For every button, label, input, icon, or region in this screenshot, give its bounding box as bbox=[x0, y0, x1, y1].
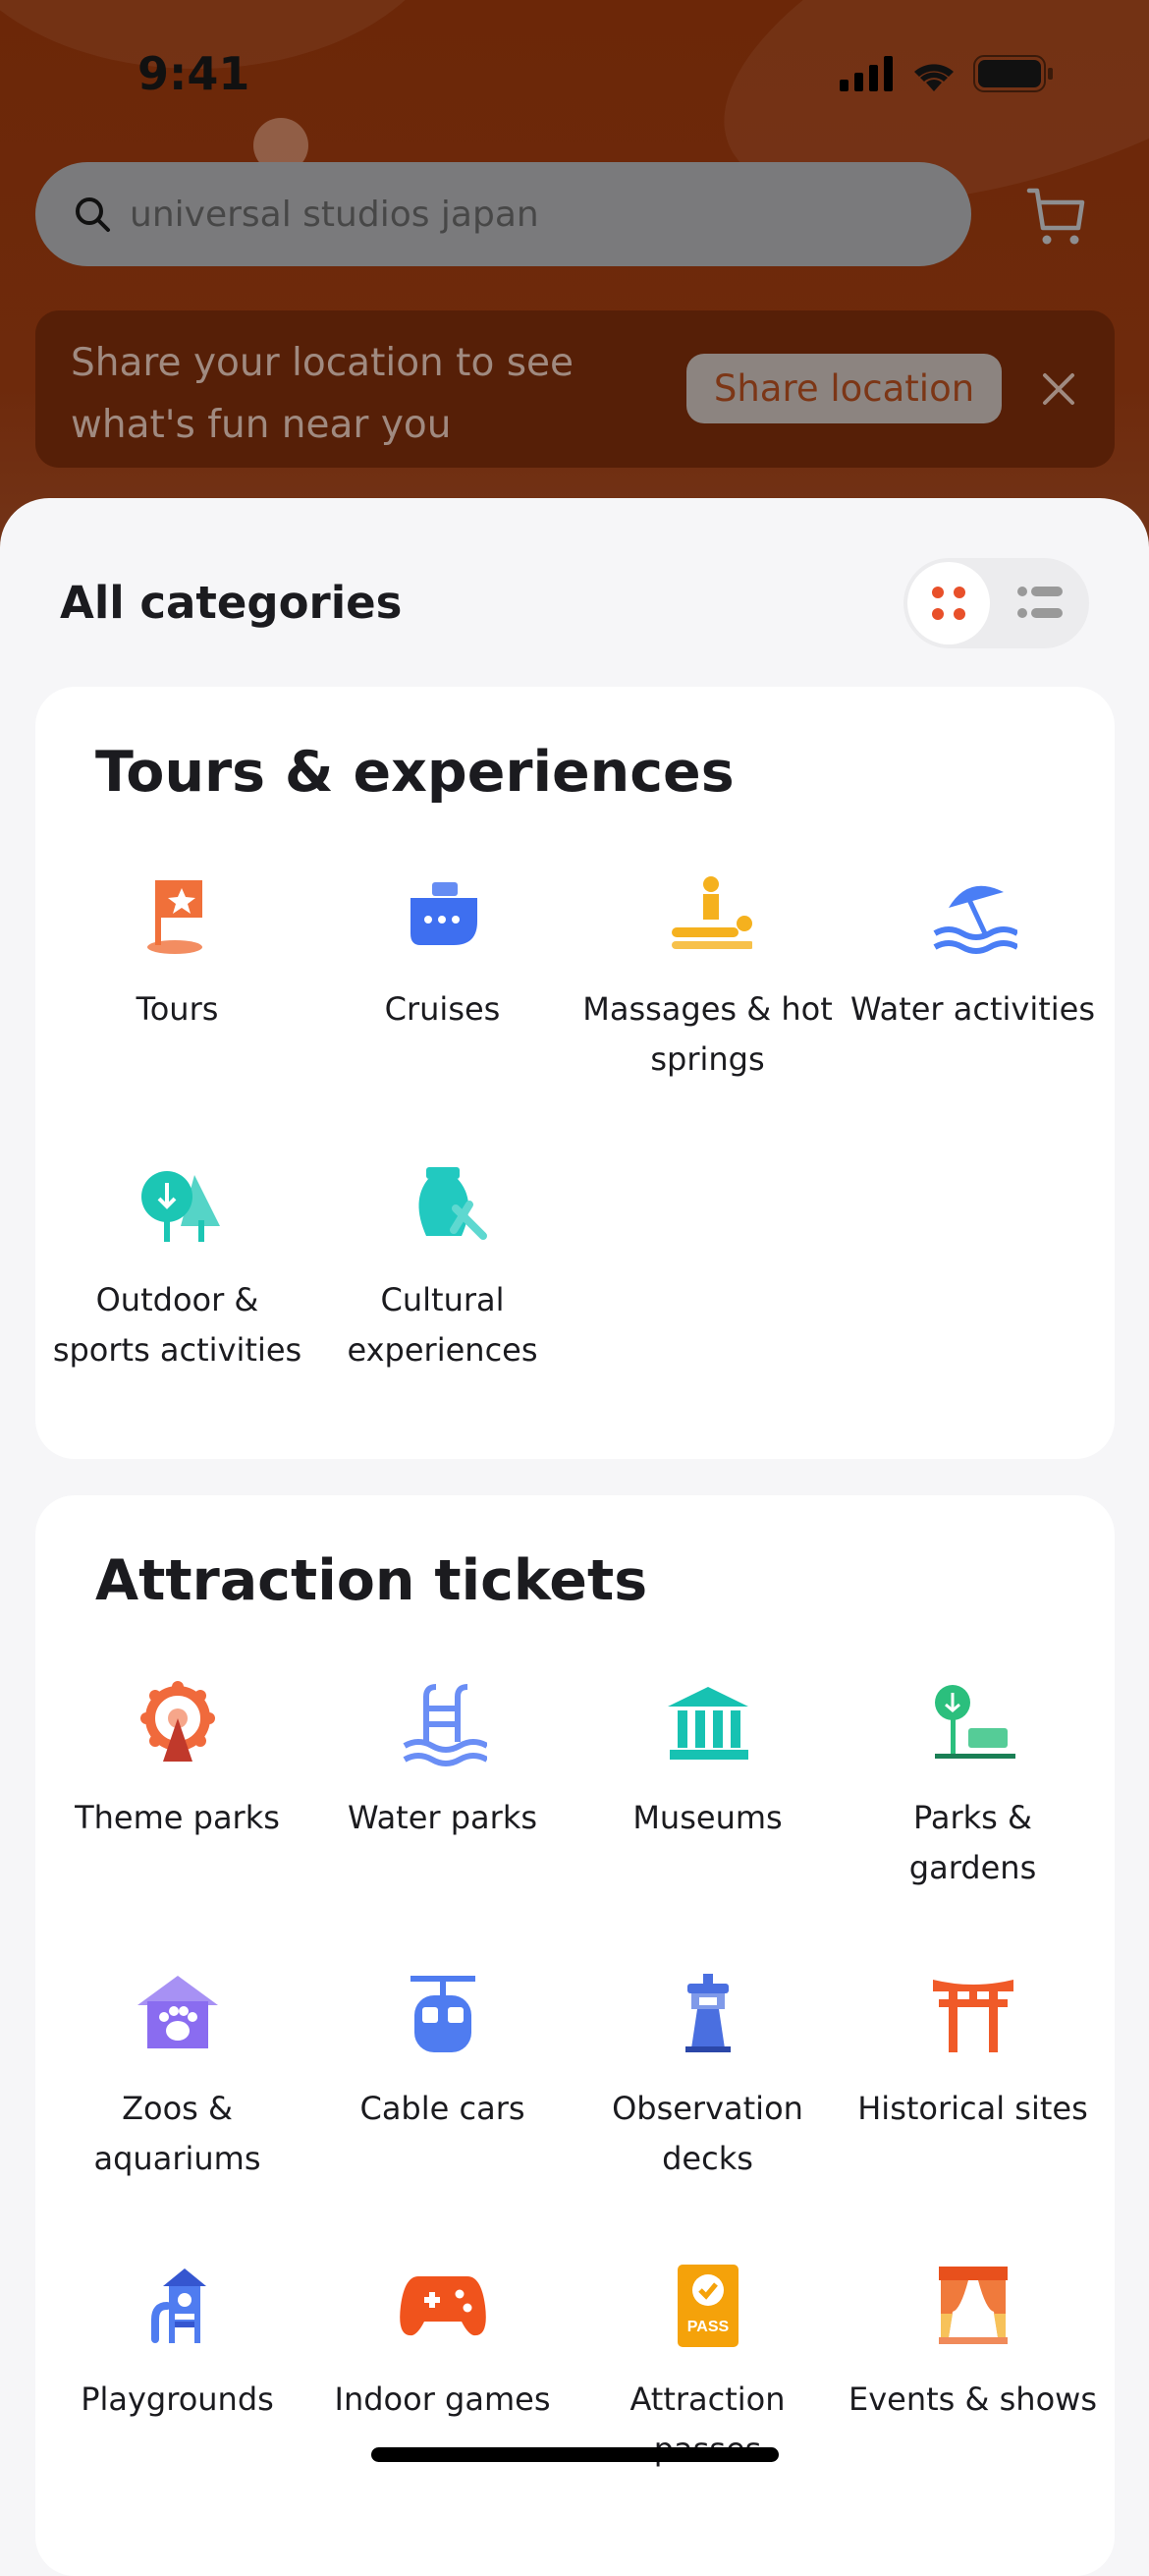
category-label: Observation decks bbox=[612, 2090, 803, 2177]
list-view-icon[interactable] bbox=[1017, 586, 1065, 621]
category-item-playgrounds[interactable]: Playgrounds bbox=[45, 2261, 310, 2475]
category-item-massages-hot-springs[interactable]: Massages & hot springs bbox=[575, 870, 841, 1085]
category-label: Parks & gardens bbox=[908, 1799, 1037, 1886]
museum-icon bbox=[667, 1687, 748, 1760]
category-label: Tours bbox=[136, 990, 219, 1028]
category-item-parks-gardens[interactable]: Parks & gardens bbox=[841, 1679, 1106, 1893]
pass-icon: PASS bbox=[677, 2265, 739, 2347]
category-item-cultural-experiences[interactable]: Cultural experiences bbox=[310, 1161, 575, 1375]
home-indicator bbox=[371, 2447, 779, 2462]
section-tours-experiences: Tours & experiences Tours Cruises Massages… bbox=[35, 687, 1115, 1459]
flag-icon bbox=[146, 880, 202, 954]
park-bench-icon bbox=[934, 1685, 1015, 1759]
battery-icon bbox=[973, 55, 1053, 92]
status-icons bbox=[840, 55, 1054, 92]
category-label: Water activities bbox=[849, 990, 1096, 1028]
category-label: Water parks bbox=[347, 1799, 538, 1836]
category-item-water-activities[interactable]: Water activities bbox=[841, 870, 1106, 1085]
tower-icon bbox=[684, 1974, 731, 2052]
category-label: Cultural experiences bbox=[347, 1281, 538, 1369]
cart-icon[interactable] bbox=[1023, 185, 1088, 250]
category-label: Museums bbox=[632, 1799, 783, 1836]
category-item-museums[interactable]: Museums bbox=[575, 1679, 841, 1893]
category-label: Outdoor & sports activities bbox=[52, 1281, 302, 1369]
category-item-indoor-games[interactable]: Indoor games bbox=[310, 2261, 575, 2475]
category-item-observation-decks[interactable]: Observation decks bbox=[575, 1970, 841, 2184]
playground-icon bbox=[150, 2268, 206, 2343]
header: 9:41 universal studios japan Share your … bbox=[0, 0, 1149, 550]
section-title: Tours & experiences bbox=[95, 740, 735, 805]
category-label: Theme parks bbox=[75, 1799, 280, 1836]
category-label: Massages & hot springs bbox=[582, 990, 833, 1078]
view-toggle[interactable] bbox=[903, 558, 1089, 648]
section-attraction-tickets: Attraction tickets Theme parks Water park… bbox=[35, 1495, 1115, 2576]
close-icon[interactable] bbox=[1039, 369, 1078, 409]
category-item-historical-sites[interactable]: Historical sites bbox=[841, 1970, 1106, 2184]
cable-car-icon bbox=[410, 1976, 475, 2052]
category-item-water-parks[interactable]: Water parks bbox=[310, 1679, 575, 1893]
paw-house-icon bbox=[137, 1976, 218, 2048]
beach-umbrella-icon bbox=[933, 885, 1017, 954]
category-label: Cable cars bbox=[359, 2090, 525, 2127]
pottery-tools-icon bbox=[417, 1167, 487, 1240]
category-label: Indoor games bbox=[334, 2380, 551, 2418]
wifi-icon bbox=[914, 64, 954, 91]
massage-icon bbox=[671, 876, 752, 949]
section-title: Attraction tickets bbox=[95, 1548, 648, 1613]
category-item-theme-parks[interactable]: Theme parks bbox=[45, 1679, 310, 1893]
category-label: Cruises bbox=[384, 990, 501, 1028]
category-label: Events & shows bbox=[848, 2380, 1097, 2418]
search-value: universal studios japan bbox=[130, 194, 539, 235]
category-item-cruises[interactable]: Cruises bbox=[310, 870, 575, 1085]
category-item-outdoor-sports-activities[interactable]: Outdoor & sports activities bbox=[45, 1161, 310, 1375]
category-item-zoos-aquariums[interactable]: Zoos & aquariums bbox=[45, 1970, 310, 2184]
category-item-attraction-passes[interactable]: PASSAttraction passes bbox=[575, 2261, 841, 2475]
category-item-events-shows[interactable]: Events & shows bbox=[841, 2261, 1106, 2475]
category-grid: Tours Cruises Massages & hot springs Water … bbox=[35, 870, 1115, 1375]
svg-text:PASS: PASS bbox=[686, 2319, 729, 2335]
category-label: Zoos & aquariums bbox=[93, 2090, 261, 2177]
category-label: Playgrounds bbox=[81, 2380, 274, 2418]
location-message: Share your location to see what's fun ne… bbox=[71, 341, 574, 447]
pool-ladder-icon bbox=[403, 1684, 487, 1766]
category-item-cable-cars[interactable]: Cable cars bbox=[310, 1970, 575, 2184]
search-input[interactable]: universal studios japan bbox=[35, 162, 971, 266]
status-time: 9:41 bbox=[137, 47, 250, 100]
category-label: Historical sites bbox=[857, 2090, 1088, 2127]
trees-icon bbox=[140, 1171, 220, 1242]
ship-icon bbox=[410, 882, 477, 945]
category-item-tours[interactable]: Tours bbox=[45, 870, 310, 1085]
torii-gate-icon bbox=[932, 1980, 1013, 2052]
gamepad-icon bbox=[399, 2276, 486, 2336]
search-icon bbox=[76, 197, 110, 232]
category-grid: Theme parks Water parks Museums Parks & gar… bbox=[35, 1679, 1115, 2475]
grid-view-button[interactable] bbox=[907, 562, 990, 644]
signal-icon bbox=[840, 56, 893, 91]
page-title: All categories bbox=[60, 577, 403, 629]
stage-curtain-icon bbox=[938, 2267, 1008, 2344]
share-location-button[interactable]: Share location bbox=[686, 354, 1002, 423]
grid-dots-icon bbox=[932, 587, 965, 620]
location-banner: Share your location to see what's fun ne… bbox=[35, 310, 1115, 468]
ferris-wheel-icon bbox=[139, 1681, 215, 1762]
